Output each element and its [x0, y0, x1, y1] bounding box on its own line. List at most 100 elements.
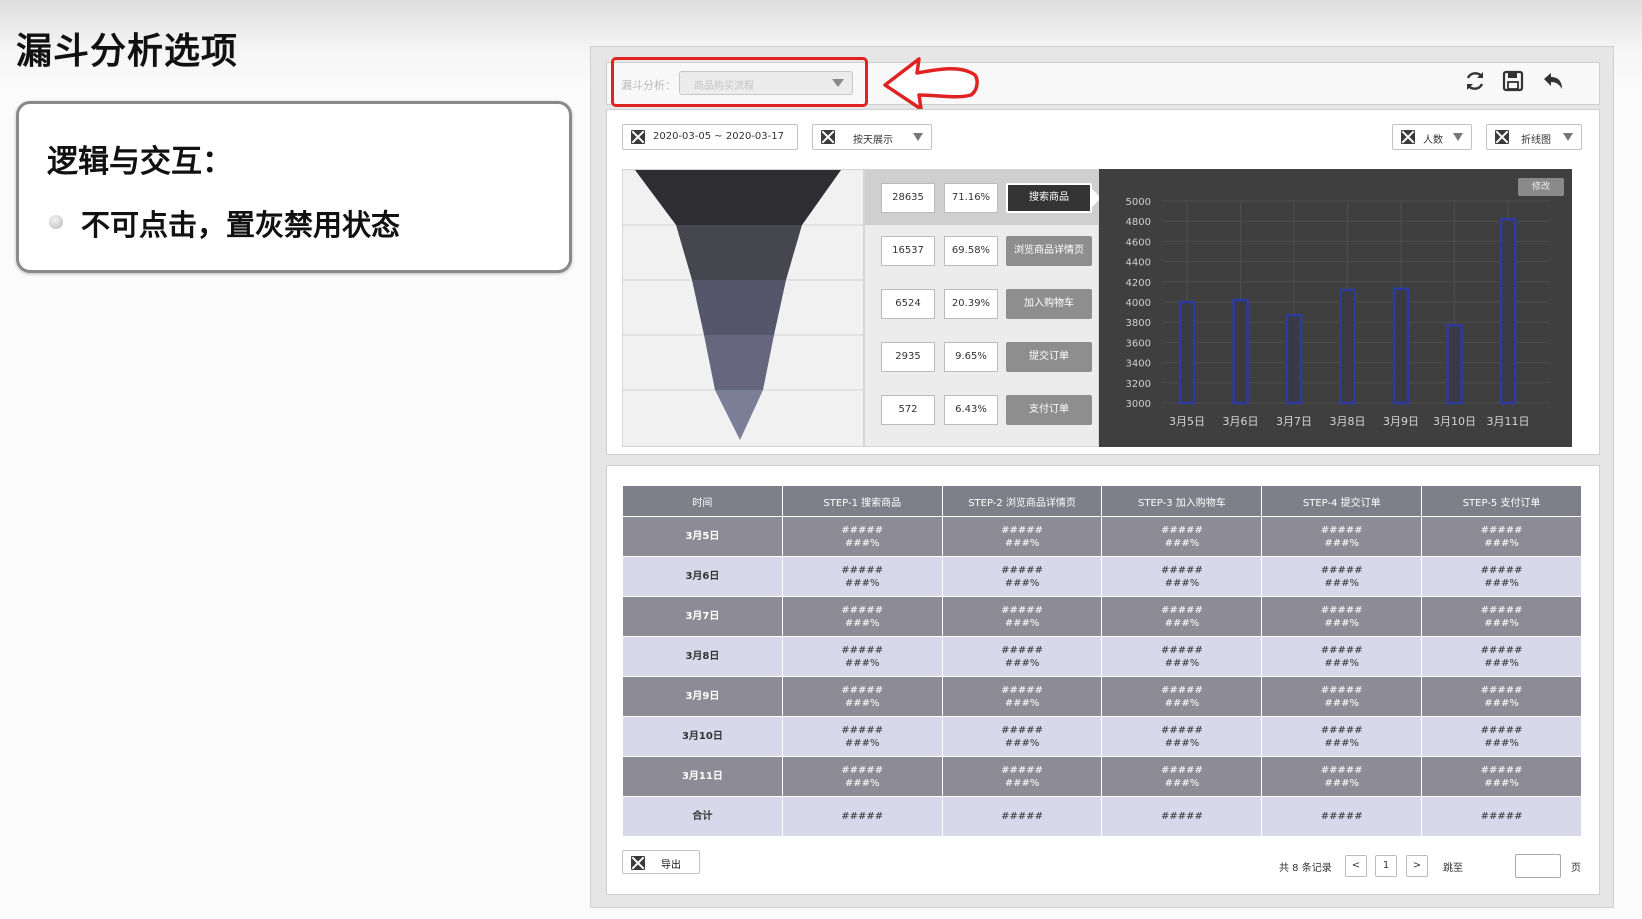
granularity-value: 按天展示	[853, 135, 893, 146]
funnel-step-row[interactable]: 2935 9.65% 提交订单	[865, 329, 1100, 384]
funnel-step-row[interactable]: 16537 69.58% 浏览商品详情页	[865, 223, 1100, 278]
close-icon[interactable]	[821, 130, 835, 144]
cell-percent: ###%	[1484, 697, 1519, 709]
table-header-row: 时间 STEP-1 搜索商品 STEP-2 浏览商品详情页 STEP-3 加入购…	[622, 485, 1582, 517]
cell-value: #####	[1480, 604, 1523, 616]
cell-value: #####	[1001, 604, 1044, 616]
save-icon[interactable]	[1501, 69, 1525, 93]
granularity-select[interactable]: 按天展示	[812, 124, 932, 150]
cell-percent: ###%	[844, 657, 880, 669]
y-tick-label: 4600	[1126, 237, 1151, 248]
step-value-cell: ##### ###%	[781, 596, 943, 637]
cell-percent: ###%	[1164, 537, 1200, 549]
cell-percent: ###%	[1324, 577, 1360, 589]
bar	[1499, 217, 1517, 405]
table-row: 3月7日 ##### ###% ##### ###% ##### ###% ##### ###%…	[622, 596, 1582, 637]
close-icon[interactable]	[1401, 130, 1415, 144]
step-value-cell: ##### ###%	[781, 756, 943, 797]
cell-value: #####	[1480, 524, 1523, 536]
step-value-cell: ##### ###%	[781, 716, 943, 757]
y-tick-label: 3200	[1126, 379, 1151, 390]
step-value-cell: ##### ###%	[1101, 676, 1263, 717]
step-value-cell: ##### ###%	[781, 556, 943, 597]
cell-percent: ###%	[1324, 657, 1360, 669]
bar	[1446, 323, 1463, 405]
x-tick-label: 3月7日	[1276, 415, 1312, 428]
note-heading: 逻辑与交互：	[47, 144, 233, 180]
cell-percent: ###%	[1484, 657, 1519, 669]
step-count: 572	[881, 395, 935, 425]
y-tick-label: 3600	[1126, 338, 1151, 349]
chart-type-value: 折线图	[1521, 135, 1551, 146]
total-row: 合计 ##### ##### ##### ##### #####	[622, 796, 1582, 837]
cell-value: #####	[1001, 684, 1044, 696]
total-value-cell: #####	[781, 796, 943, 837]
step-rate: 9.65%	[944, 342, 998, 372]
step-rate: 69.58%	[944, 236, 998, 266]
cell-value: #####	[1480, 724, 1523, 736]
step-button[interactable]: 支付订单	[1006, 395, 1092, 425]
cell-value: #####	[1320, 564, 1363, 576]
step-button[interactable]: 提交订单	[1006, 342, 1092, 372]
table-row: 3月6日 ##### ###% ##### ###% ##### ###% ##### ###%…	[622, 556, 1582, 597]
cell-value: #####	[841, 724, 884, 736]
funnel-graphic	[622, 169, 865, 447]
step-value-cell: ##### ###%	[941, 676, 1103, 717]
funnel-step-row[interactable]: 572 6.43% 支付订单	[865, 382, 1100, 437]
cell-percent: ###%	[1004, 657, 1040, 669]
bar	[1285, 313, 1303, 405]
prev-page-button[interactable]: <	[1345, 855, 1367, 877]
y-tick-label: 4800	[1126, 217, 1151, 228]
record-count: 共 8 条记录	[1279, 863, 1332, 874]
close-icon[interactable]	[631, 130, 645, 144]
column-header: STEP-3 加入购物车	[1101, 485, 1263, 517]
cell-value: #####	[1160, 684, 1203, 696]
y-tick-label: 3000	[1126, 399, 1151, 410]
chart-type-select[interactable]: 折线图	[1486, 124, 1582, 150]
step-button[interactable]: 浏览商品详情页	[1006, 236, 1092, 266]
cell-percent: ###%	[1324, 737, 1360, 749]
cell-percent: ###%	[1324, 697, 1360, 709]
step-value-cell: ##### ###%	[941, 756, 1103, 797]
total-value-cell: #####	[1101, 796, 1263, 837]
jump-page-input[interactable]	[1515, 854, 1561, 878]
time-cell: 3月10日	[622, 716, 783, 757]
bar	[1178, 300, 1196, 405]
undo-icon[interactable]	[1541, 69, 1565, 93]
step-value-cell: ##### ###%	[1261, 516, 1423, 557]
close-icon[interactable]	[1495, 130, 1509, 144]
export-button[interactable]: 导出	[622, 850, 700, 874]
page-number-button[interactable]: 1	[1375, 855, 1397, 877]
cell-percent: ###%	[1004, 617, 1040, 629]
next-page-button[interactable]: >	[1406, 855, 1428, 877]
time-cell: 3月7日	[622, 596, 783, 637]
bullet-dot-icon	[49, 215, 63, 229]
cell-value: #####	[1160, 724, 1203, 736]
jump-label: 跳至	[1443, 863, 1463, 874]
step-value-cell: ##### ###%	[781, 676, 943, 717]
date-range-filter[interactable]: 2020-03-05 ~ 2020-03-17	[622, 124, 798, 150]
step-button[interactable]: 搜索商品	[1006, 183, 1092, 213]
table-row: 3月8日 ##### ###% ##### ###% ##### ###% ##### ###%…	[622, 636, 1582, 677]
step-button[interactable]: 加入购物车	[1006, 289, 1092, 319]
refresh-icon[interactable]	[1463, 69, 1487, 93]
step-value-cell: ##### ###%	[1261, 636, 1423, 677]
step-rate: 71.16%	[944, 183, 998, 213]
step-value-cell: ##### ###%	[1421, 556, 1582, 597]
cell-percent: ###%	[844, 737, 880, 749]
table-row: 3月9日 ##### ###% ##### ###% ##### ###% ##### ###%…	[622, 676, 1582, 717]
edit-button[interactable]: 修改	[1518, 178, 1564, 196]
bar	[1232, 298, 1249, 405]
step-value-cell: ##### ###%	[1421, 596, 1582, 637]
funnel-step-row[interactable]: 28635 71.16% 搜索商品	[865, 170, 1101, 225]
cell-value: #####	[841, 604, 884, 616]
funnel-shape	[623, 170, 865, 440]
metric-select[interactable]: 人数	[1392, 124, 1472, 150]
step-value-cell: ##### ###%	[1421, 636, 1582, 677]
cell-percent: ###%	[1004, 697, 1040, 709]
step-value-cell: ##### ###%	[781, 636, 943, 677]
cell-percent: ###%	[1324, 617, 1360, 629]
cell-percent: ###%	[1004, 777, 1040, 789]
funnel-step-row[interactable]: 6524 20.39% 加入购物车	[865, 276, 1100, 331]
step-value-cell: ##### ###%	[1261, 756, 1423, 797]
